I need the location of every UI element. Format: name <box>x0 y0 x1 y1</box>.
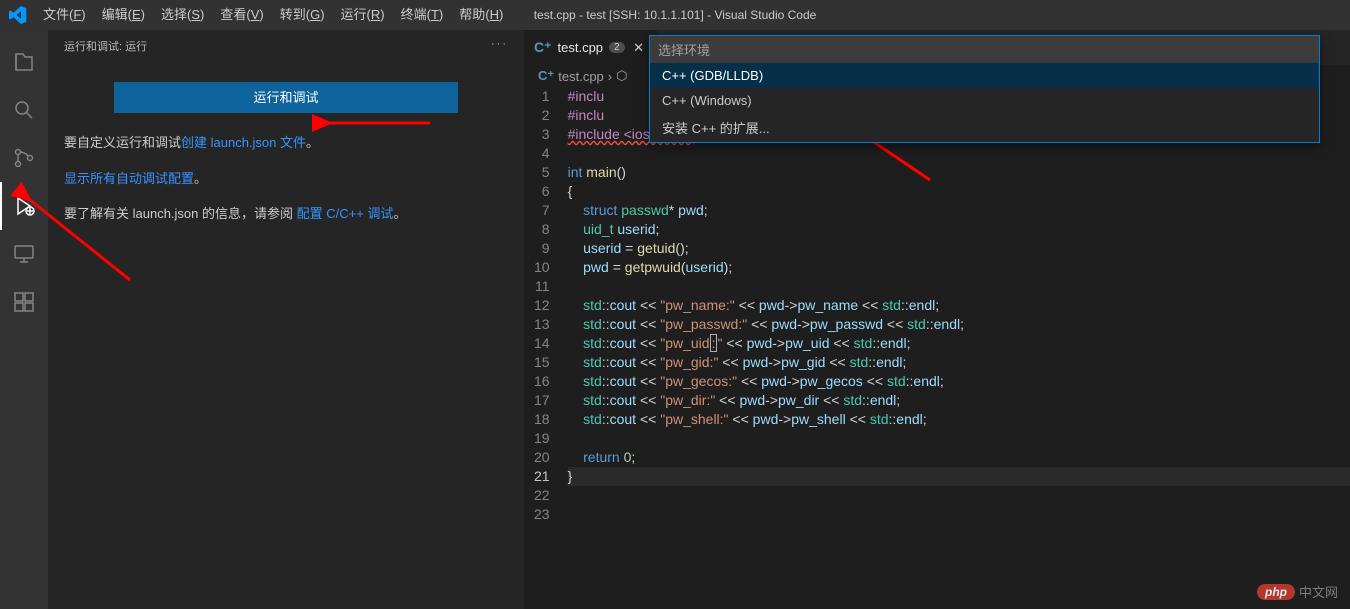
create-launch-json-link[interactable]: 创建 launch.json 文件 <box>181 135 306 150</box>
activity-bar <box>0 30 48 609</box>
editor-area: C⁺ test.cpp 2 ✕ C⁺ test.cpp › ⬡ 12345678… <box>524 30 1350 609</box>
source-control-icon[interactable] <box>0 134 48 182</box>
more-actions-icon[interactable]: ··· <box>491 38 508 54</box>
env-option-0[interactable]: C++ (GDB/LLDB) <box>650 63 1319 88</box>
menu-v[interactable]: 查看(V) <box>212 0 271 30</box>
menu-s[interactable]: 选择(S) <box>153 0 212 30</box>
explorer-icon[interactable] <box>0 38 48 86</box>
configure-debug-link[interactable]: 配置 C/C++ 调试 <box>297 206 394 221</box>
close-icon[interactable]: ✕ <box>631 40 647 56</box>
menu-f[interactable]: 文件(F) <box>35 0 94 30</box>
breadcrumb-file: test.cpp <box>558 69 604 84</box>
tab-label: test.cpp <box>558 40 604 55</box>
watermark: php 中文网 <box>1257 582 1338 601</box>
menu-r[interactable]: 运行(R) <box>333 0 393 30</box>
tab-test-cpp[interactable]: C⁺ test.cpp 2 ✕ <box>524 30 657 65</box>
run-debug-icon[interactable] <box>0 182 48 230</box>
env-option-1[interactable]: C++ (Windows) <box>650 88 1319 113</box>
watermark-text: 中文网 <box>1299 582 1338 601</box>
window-title: test.cpp - test [SSH: 10.1.1.101] - Visu… <box>534 8 817 22</box>
extensions-icon[interactable] <box>0 278 48 326</box>
search-icon[interactable] <box>0 86 48 134</box>
symbol-icon: ⬡ <box>616 68 627 84</box>
menu-bar: 文件(F)编辑(E)选择(S)查看(V)转到(G)运行(R)终端(T)帮助(H) <box>35 0 511 30</box>
debug-hint-3: 要了解有关 launch.json 的信息，请参阅 配置 C/C++ 调试。 <box>64 202 508 225</box>
menu-g[interactable]: 转到(G) <box>272 0 333 30</box>
cpp-file-icon: C⁺ <box>534 39 552 56</box>
remote-icon[interactable] <box>0 230 48 278</box>
chevron-right-icon: › <box>608 69 612 84</box>
watermark-badge: php <box>1257 584 1295 600</box>
titlebar: 文件(F)编辑(E)选择(S)查看(V)转到(G)运行(R)终端(T)帮助(H)… <box>0 0 1350 30</box>
run-and-debug-button[interactable]: 运行和调试 <box>114 82 458 113</box>
debug-hint-2: 显示所有自动调试配置。 <box>64 167 508 190</box>
debug-hint-1: 要自定义运行和调试创建 launch.json 文件。 <box>64 131 508 154</box>
code-content[interactable]: #inclu#inclu#include <iostream> int main… <box>568 87 1350 524</box>
menu-t[interactable]: 终端(T) <box>393 0 452 30</box>
cpp-file-icon: C⁺ <box>538 68 554 84</box>
code-editor[interactable]: 1234567891011121314151617181920212223 #i… <box>524 87 1350 524</box>
sidebar: 运行和调试: 运行 ··· 运行和调试 要自定义运行和调试创建 launch.j… <box>48 30 524 609</box>
environment-list: C++ (GDB/LLDB)C++ (Windows)安装 C++ 的扩展... <box>650 63 1319 142</box>
line-numbers: 1234567891011121314151617181920212223 <box>524 87 568 524</box>
menu-h[interactable]: 帮助(H) <box>451 0 511 30</box>
sidebar-title: 运行和调试: 运行 <box>64 38 147 54</box>
menu-e[interactable]: 编辑(E) <box>94 0 153 30</box>
environment-picker-input[interactable]: 选择环境 <box>650 36 1319 63</box>
env-option-2[interactable]: 安装 C++ 的扩展... <box>650 113 1319 142</box>
vscode-icon <box>0 6 35 24</box>
show-all-configs-link[interactable]: 显示所有自动调试配置 <box>64 171 194 186</box>
tab-modified-badge: 2 <box>609 42 625 53</box>
quick-input: 选择环境 C++ (GDB/LLDB)C++ (Windows)安装 C++ 的… <box>649 35 1320 143</box>
